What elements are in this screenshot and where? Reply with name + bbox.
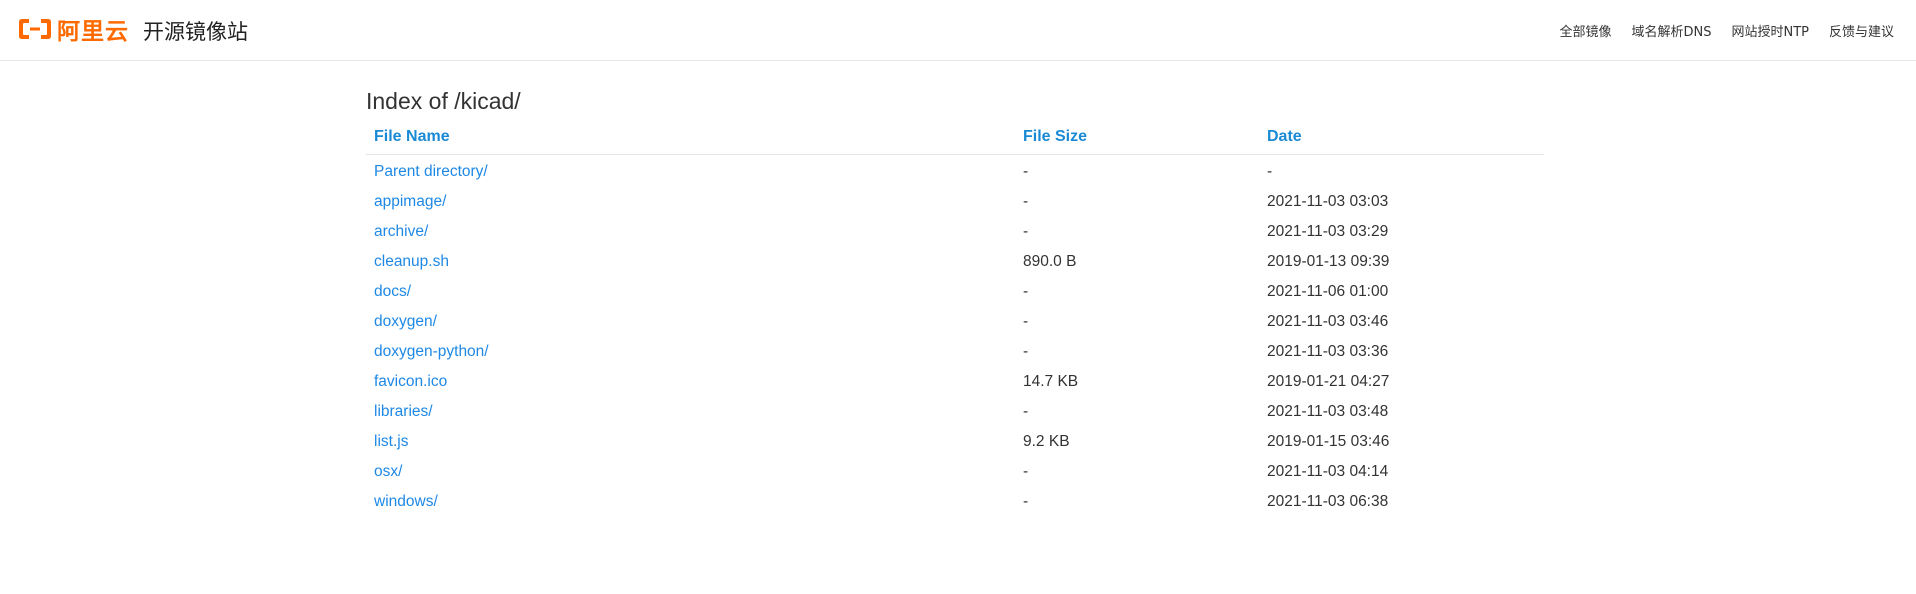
file-name-cell: doxygen-python/ xyxy=(366,337,1015,367)
file-link[interactable]: cleanup.sh xyxy=(374,253,449,270)
file-name-cell: doxygen/ xyxy=(366,307,1015,337)
file-link[interactable]: windows/ xyxy=(374,493,438,510)
table-row: favicon.ico 14.7 KB 2019-01-21 04:27 xyxy=(366,367,1544,397)
file-name-cell: archive/ xyxy=(366,217,1015,247)
logo-text: 阿里云 xyxy=(57,19,129,45)
file-name-cell: osx/ xyxy=(366,457,1015,487)
main-content: Index of /kicad/ File Name File Size Dat… xyxy=(366,86,1544,517)
file-link[interactable]: favicon.ico xyxy=(374,373,447,390)
file-size-cell: - xyxy=(1023,313,1029,330)
file-link[interactable]: libraries/ xyxy=(374,403,433,420)
site-title: 开源镜像站 xyxy=(143,20,248,44)
table-row: appimage/ - 2021-11-03 03:03 xyxy=(366,187,1544,217)
table-row: Parent directory/ - - xyxy=(366,155,1544,188)
page-title: Index of /kicad/ xyxy=(366,88,521,114)
file-listing-body: Parent directory/ - - appimage/ - 2021-11-03 … xyxy=(366,155,1544,518)
table-row: docs/ - 2021-11-06 01:00 xyxy=(366,277,1544,307)
file-date-cell: 2021-11-03 03:36 xyxy=(1267,343,1389,360)
file-date-cell: - xyxy=(1267,163,1273,180)
file-date-cell: 2021-11-03 03:29 xyxy=(1267,223,1389,240)
aliyun-logo-icon xyxy=(19,19,51,39)
table-row: libraries/ - 2021-11-03 03:48 xyxy=(366,397,1544,427)
file-date-cell: 2019-01-13 09:39 xyxy=(1267,253,1390,270)
file-size-cell: - xyxy=(1023,343,1029,360)
file-name-cell: windows/ xyxy=(366,487,1015,517)
file-date-cell: 2019-01-21 04:27 xyxy=(1267,373,1390,390)
aliyun-logo-link[interactable]: 阿里云 xyxy=(18,15,129,45)
file-name-cell: list.js xyxy=(366,427,1015,457)
column-header-file-size[interactable]: File Size xyxy=(1015,120,1259,155)
file-listing-table: File Name File Size Date Parent director… xyxy=(366,120,1544,517)
file-date-cell: 2021-11-03 03:03 xyxy=(1267,193,1389,210)
table-row: archive/ - 2021-11-03 03:29 xyxy=(366,217,1544,247)
file-date-cell: 2021-11-03 03:48 xyxy=(1267,403,1389,420)
file-size-cell: 890.0 B xyxy=(1023,253,1077,270)
file-name-cell: docs/ xyxy=(366,277,1015,307)
file-link[interactable]: doxygen/ xyxy=(374,313,437,330)
table-row: doxygen/ - 2021-11-03 03:46 xyxy=(366,307,1544,337)
file-date-cell: 2021-11-06 01:00 xyxy=(1267,283,1389,300)
table-row: list.js 9.2 KB 2019-01-15 03:46 xyxy=(366,427,1544,457)
file-link[interactable]: doxygen-python/ xyxy=(374,343,489,360)
table-row: doxygen-python/ - 2021-11-03 03:36 xyxy=(366,337,1544,367)
table-header-row: File Name File Size Date xyxy=(366,120,1544,155)
file-size-cell: - xyxy=(1023,463,1029,480)
file-link[interactable]: docs/ xyxy=(374,283,411,300)
file-date-cell: 2021-11-03 06:38 xyxy=(1267,493,1389,510)
file-name-cell: libraries/ xyxy=(366,397,1015,427)
file-link[interactable]: osx/ xyxy=(374,463,402,480)
file-size-cell: - xyxy=(1023,193,1029,210)
file-name-cell: appimage/ xyxy=(366,187,1015,217)
column-header-date[interactable]: Date xyxy=(1259,120,1544,155)
nav-all-mirrors[interactable]: 全部镜像 xyxy=(1559,21,1611,40)
table-row: windows/ - 2021-11-03 06:38 xyxy=(366,487,1544,517)
nav-dns[interactable]: 域名解析DNS xyxy=(1631,21,1711,40)
file-name-cell: Parent directory/ xyxy=(366,155,1015,188)
file-size-cell: 9.2 KB xyxy=(1023,433,1070,450)
file-link[interactable]: appimage/ xyxy=(374,193,446,210)
table-row: osx/ - 2021-11-03 04:14 xyxy=(366,457,1544,487)
nav-ntp[interactable]: 网站授时NTP xyxy=(1731,21,1809,40)
nav-feedback[interactable]: 反馈与建议 xyxy=(1829,21,1894,40)
file-size-cell: - xyxy=(1023,163,1029,180)
file-name-cell: cleanup.sh xyxy=(366,247,1015,277)
file-size-cell: - xyxy=(1023,223,1029,240)
top-navbar: 阿里云 开源镜像站 全部镜像 域名解析DNS 网站授时NTP 反馈与建议 xyxy=(0,0,1916,61)
file-size-cell: - xyxy=(1023,283,1029,300)
file-size-cell: - xyxy=(1023,493,1029,510)
top-nav: 全部镜像 域名解析DNS 网站授时NTP 反馈与建议 xyxy=(1559,21,1894,40)
file-size-cell: 14.7 KB xyxy=(1023,373,1079,390)
file-date-cell: 2019-01-15 03:46 xyxy=(1267,433,1390,450)
file-link[interactable]: archive/ xyxy=(374,223,428,240)
file-name-cell: favicon.ico xyxy=(366,367,1015,397)
table-row: cleanup.sh 890.0 B 2019-01-13 09:39 xyxy=(366,247,1544,277)
file-date-cell: 2021-11-03 04:14 xyxy=(1267,463,1389,480)
file-date-cell: 2021-11-03 03:46 xyxy=(1267,313,1389,330)
column-header-file-name[interactable]: File Name xyxy=(366,120,1015,155)
file-link[interactable]: Parent directory/ xyxy=(374,163,488,180)
file-size-cell: - xyxy=(1023,403,1029,420)
file-link[interactable]: list.js xyxy=(374,433,408,450)
